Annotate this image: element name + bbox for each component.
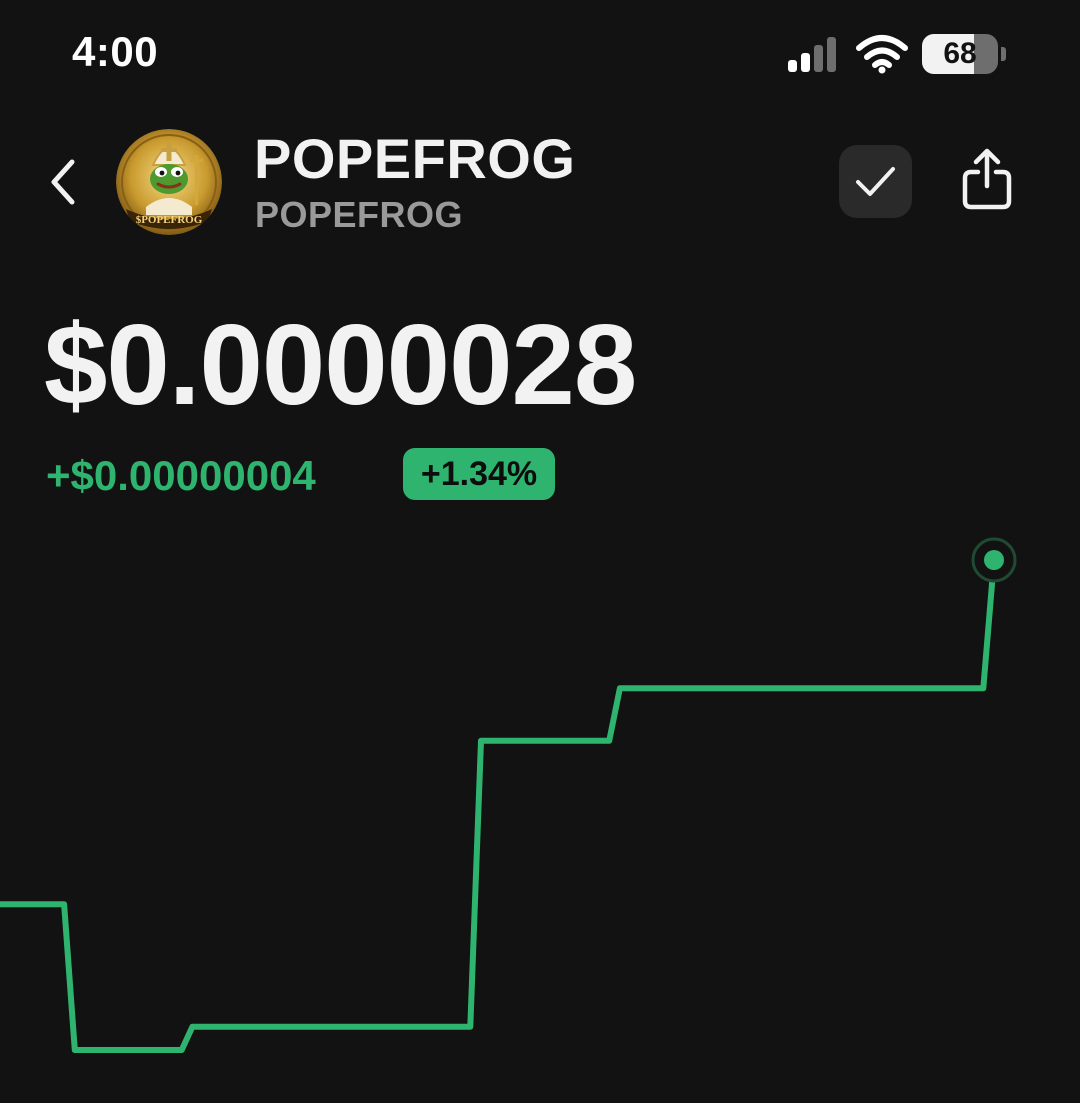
price-change-percent-badge: +1.34%	[403, 448, 555, 500]
price-chart[interactable]	[0, 520, 1080, 1103]
signal-icon	[788, 37, 836, 72]
token-symbol: POPEFROG	[255, 194, 464, 235]
share-button[interactable]	[952, 146, 1022, 216]
battery-body: 68	[922, 34, 998, 74]
battery-tip	[1001, 47, 1006, 61]
current-point-dot	[984, 550, 1004, 570]
back-button[interactable]	[40, 152, 90, 212]
price-line	[0, 557, 997, 1053]
status-time: 4:00	[72, 28, 159, 75]
chevron-left-icon	[51, 159, 75, 205]
battery-level: 68	[943, 37, 977, 70]
token-name: POPEFROG	[254, 127, 576, 190]
token-logo-image: $POPEFROG	[116, 129, 222, 235]
current-price: $0.0000028	[44, 302, 637, 429]
share-icon	[962, 148, 1012, 210]
price-change-value: +$0.00000004	[46, 452, 316, 499]
token-logo-text: $POPEFROG	[136, 214, 203, 226]
checkmark-icon	[856, 167, 895, 196]
watchlist-button[interactable]	[839, 145, 912, 218]
status-bar: 4:00 68	[0, 0, 1080, 110]
token-logo: $POPEFROG	[116, 129, 222, 235]
wifi-icon	[856, 35, 908, 74]
battery-icon: 68	[922, 34, 1006, 74]
